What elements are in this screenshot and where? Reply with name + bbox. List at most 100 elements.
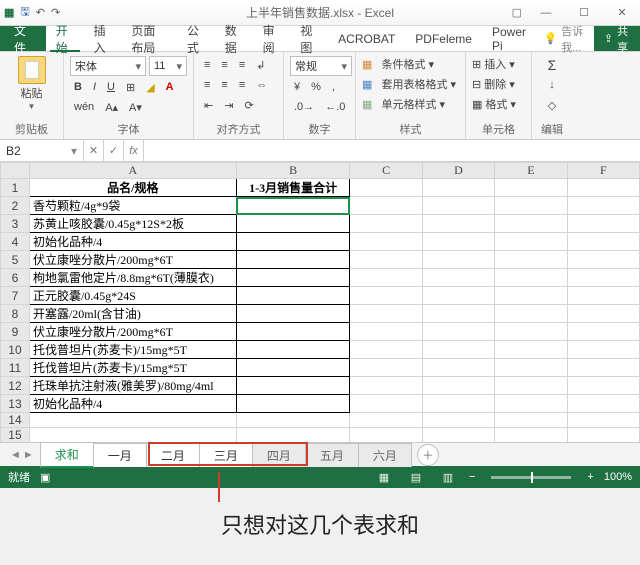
cell[interactable]: [567, 377, 639, 395]
align-center-button[interactable]: ≡: [217, 76, 231, 94]
cell[interactable]: [495, 305, 567, 323]
cell[interactable]: [350, 377, 422, 395]
cell[interactable]: [236, 413, 350, 428]
row-header[interactable]: 4: [1, 233, 30, 251]
cell[interactable]: [422, 269, 494, 287]
cell[interactable]: [422, 341, 494, 359]
sheet-tab-jan[interactable]: 一月: [93, 443, 147, 467]
cell[interactable]: [495, 215, 567, 233]
conditional-format-button[interactable]: ▦ 条件格式 ▾: [362, 56, 459, 72]
cell-grid[interactable]: A B C D E F 1 品名/规格 1-3月销售量合计 2 香芍颗粒/4g*…: [0, 162, 640, 442]
cell[interactable]: [567, 428, 639, 443]
cell[interactable]: [29, 428, 236, 443]
ribbon-options-icon[interactable]: ▢: [512, 6, 522, 19]
cell[interactable]: [350, 341, 422, 359]
cell[interactable]: [495, 269, 567, 287]
formula-bar[interactable]: [144, 140, 640, 161]
font-color-button[interactable]: A: [162, 78, 178, 96]
cell[interactable]: 香芍颗粒/4g*9袋: [29, 197, 236, 215]
cell[interactable]: 伏立康唑分散片/200mg*6T: [29, 251, 236, 269]
cell[interactable]: 托伐普坦片(苏麦卡)/15mg*5T: [29, 359, 236, 377]
cell[interactable]: [567, 287, 639, 305]
increase-decimal-button[interactable]: .0→: [290, 98, 318, 116]
cell[interactable]: [495, 323, 567, 341]
cell[interactable]: [236, 269, 350, 287]
indent-dec-button[interactable]: ⇤: [200, 96, 217, 114]
col-header-A[interactable]: A: [29, 163, 236, 179]
cell[interactable]: [495, 359, 567, 377]
cell[interactable]: [422, 233, 494, 251]
col-header-B[interactable]: B: [236, 163, 350, 179]
cell[interactable]: [422, 215, 494, 233]
select-all-corner[interactable]: [1, 163, 30, 179]
view-normal-button[interactable]: ▦: [373, 469, 395, 485]
decrease-decimal-button[interactable]: ←.0: [321, 98, 349, 116]
cell[interactable]: [422, 377, 494, 395]
sheet-tab-sum[interactable]: 求和: [40, 442, 94, 468]
cell[interactable]: [422, 413, 494, 428]
sheet-nav-prev-icon[interactable]: ◄: [10, 449, 21, 461]
merge-button[interactable]: ⇔: [252, 76, 271, 94]
comma-button[interactable]: ,: [328, 78, 339, 96]
row-header[interactable]: 6: [1, 269, 30, 287]
row-header[interactable]: 10: [1, 341, 30, 359]
cell[interactable]: [350, 179, 422, 197]
cell[interactable]: 正元胶囊/0.45g*24S: [29, 287, 236, 305]
cell[interactable]: [567, 323, 639, 341]
cell[interactable]: [495, 197, 567, 215]
tab-data[interactable]: 数据: [215, 26, 253, 51]
add-sheet-button[interactable]: ＋: [417, 444, 439, 466]
tab-pdfelement[interactable]: PDFeleme: [405, 26, 482, 51]
cell[interactable]: [567, 197, 639, 215]
phonetic-button[interactable]: wén: [70, 98, 98, 116]
row-header[interactable]: 11: [1, 359, 30, 377]
row-header[interactable]: 8: [1, 305, 30, 323]
cell[interactable]: [495, 287, 567, 305]
cell[interactable]: [350, 305, 422, 323]
tell-me[interactable]: 💡 告诉我...: [538, 26, 594, 51]
cell[interactable]: [567, 215, 639, 233]
col-header-F[interactable]: F: [567, 163, 639, 179]
cell[interactable]: 初始化品种/4: [29, 395, 236, 413]
cell[interactable]: [422, 323, 494, 341]
macro-record-icon[interactable]: ▣: [40, 471, 50, 484]
save-icon[interactable]: 🖫: [20, 3, 29, 22]
col-header-D[interactable]: D: [422, 163, 494, 179]
name-box[interactable]: B2▾: [0, 140, 84, 161]
sheet-tab-mar[interactable]: 三月: [199, 443, 253, 467]
cell[interactable]: [567, 269, 639, 287]
fill-color-button[interactable]: ◢: [142, 78, 158, 96]
cell[interactable]: [567, 359, 639, 377]
font-size-combo[interactable]: 11▾: [149, 56, 187, 76]
cell[interactable]: [422, 305, 494, 323]
cell[interactable]: [236, 323, 350, 341]
percent-button[interactable]: %: [307, 78, 325, 96]
cell[interactable]: [236, 287, 350, 305]
sheet-tab-feb[interactable]: 二月: [146, 443, 200, 467]
cell[interactable]: [236, 359, 350, 377]
cell[interactable]: [236, 233, 350, 251]
cell[interactable]: [567, 233, 639, 251]
cell[interactable]: [236, 395, 350, 413]
cell[interactable]: 枸地氯雷他定片/8.8mg*6T(薄膜衣): [29, 269, 236, 287]
orientation-button[interactable]: ⟳: [240, 96, 257, 114]
cell[interactable]: [567, 395, 639, 413]
delete-cells-button[interactable]: ⊟ 删除 ▾: [472, 76, 525, 92]
cell[interactable]: [350, 215, 422, 233]
cell[interactable]: [422, 359, 494, 377]
cell[interactable]: [350, 197, 422, 215]
cell[interactable]: [495, 377, 567, 395]
tab-powerpivot[interactable]: Power Pi: [482, 26, 538, 51]
table-format-button[interactable]: ▦ 套用表格格式 ▾: [362, 76, 459, 92]
tab-acrobat[interactable]: ACROBAT: [328, 26, 405, 51]
grow-font-button[interactable]: A▴: [101, 98, 122, 116]
cell-style-button[interactable]: ▦ 单元格样式 ▾: [362, 96, 459, 112]
cell[interactable]: [422, 197, 494, 215]
cell[interactable]: [350, 413, 422, 428]
row-header[interactable]: 15: [1, 428, 30, 443]
cell[interactable]: [422, 395, 494, 413]
sheet-nav-next-icon[interactable]: ►: [23, 449, 34, 461]
cell[interactable]: [495, 341, 567, 359]
row-header[interactable]: 5: [1, 251, 30, 269]
cell[interactable]: [350, 233, 422, 251]
